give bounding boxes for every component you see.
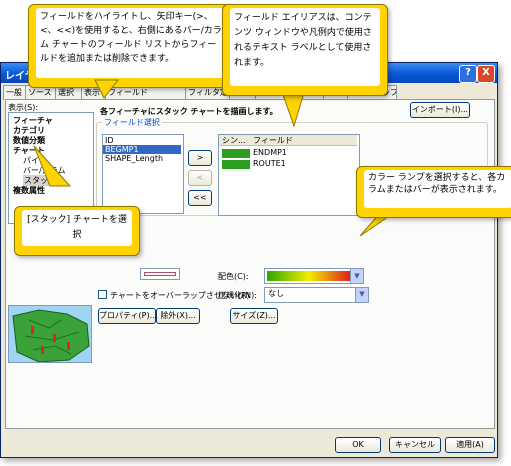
callout-field-alias: フィールド エイリアスは、コンテンツ ウィンドウや凡例内で使用されるテキスト ラ… (222, 4, 388, 96)
callout-stack-text: [スタック] チャートを選択 (22, 210, 132, 246)
callout-ramp-text: カラー ランプを選択すると、各カラムまたはバーが表示されます。 (364, 170, 511, 208)
callout-alias-text: フィールド エイリアスは、コンテンツ ウィンドウや凡例内で使用されるテキスト ラ… (230, 8, 380, 86)
callout-color-ramp: カラー ランプを選択すると、各カラムまたはバーが表示されます。 (356, 166, 511, 218)
callout-stacked-chart: [スタック] チャートを選択 (14, 206, 140, 256)
